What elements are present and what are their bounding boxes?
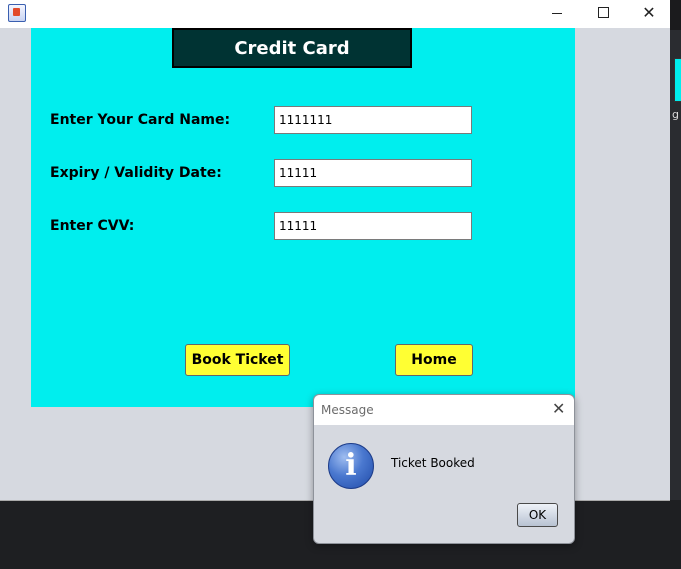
dialog-title-bar[interactable]: Message ✕	[314, 395, 574, 425]
book-ticket-button[interactable]: Book Ticket	[185, 344, 290, 376]
ok-button[interactable]: OK	[517, 503, 558, 527]
expiry-label: Expiry / Validity Date:	[50, 165, 222, 181]
background-cyan-sliver	[674, 58, 681, 102]
card-name-label: Enter Your Card Name:	[50, 112, 231, 128]
cvv-label: Enter CVV:	[50, 218, 135, 234]
title-bar[interactable]: ✕	[0, 0, 670, 28]
message-dialog: Message ✕ i Ticket Booked OK	[313, 394, 575, 544]
home-button[interactable]: Home	[395, 344, 473, 376]
card-name-input[interactable]: 1111111	[274, 106, 472, 134]
minimize-button[interactable]	[534, 0, 580, 28]
credit-card-panel: Credit Card Enter Your Card Name: 111111…	[31, 28, 575, 407]
minimize-icon	[552, 12, 562, 14]
info-icon: i	[328, 443, 374, 489]
background-partial-text: g	[672, 108, 679, 121]
page-title: Credit Card	[172, 28, 412, 68]
cvv-input[interactable]: 11111	[274, 212, 472, 240]
expiry-input[interactable]: 11111	[274, 159, 472, 187]
close-button[interactable]: ✕	[626, 0, 672, 28]
close-icon: ✕	[642, 3, 656, 22]
maximize-button[interactable]	[580, 0, 626, 28]
dialog-close-icon[interactable]: ✕	[552, 399, 565, 418]
maximize-icon	[597, 6, 609, 18]
dialog-message: Ticket Booked	[391, 456, 475, 470]
java-app-icon[interactable]	[8, 4, 26, 22]
dialog-title: Message	[321, 403, 374, 417]
background-window-edge: g	[670, 30, 681, 500]
